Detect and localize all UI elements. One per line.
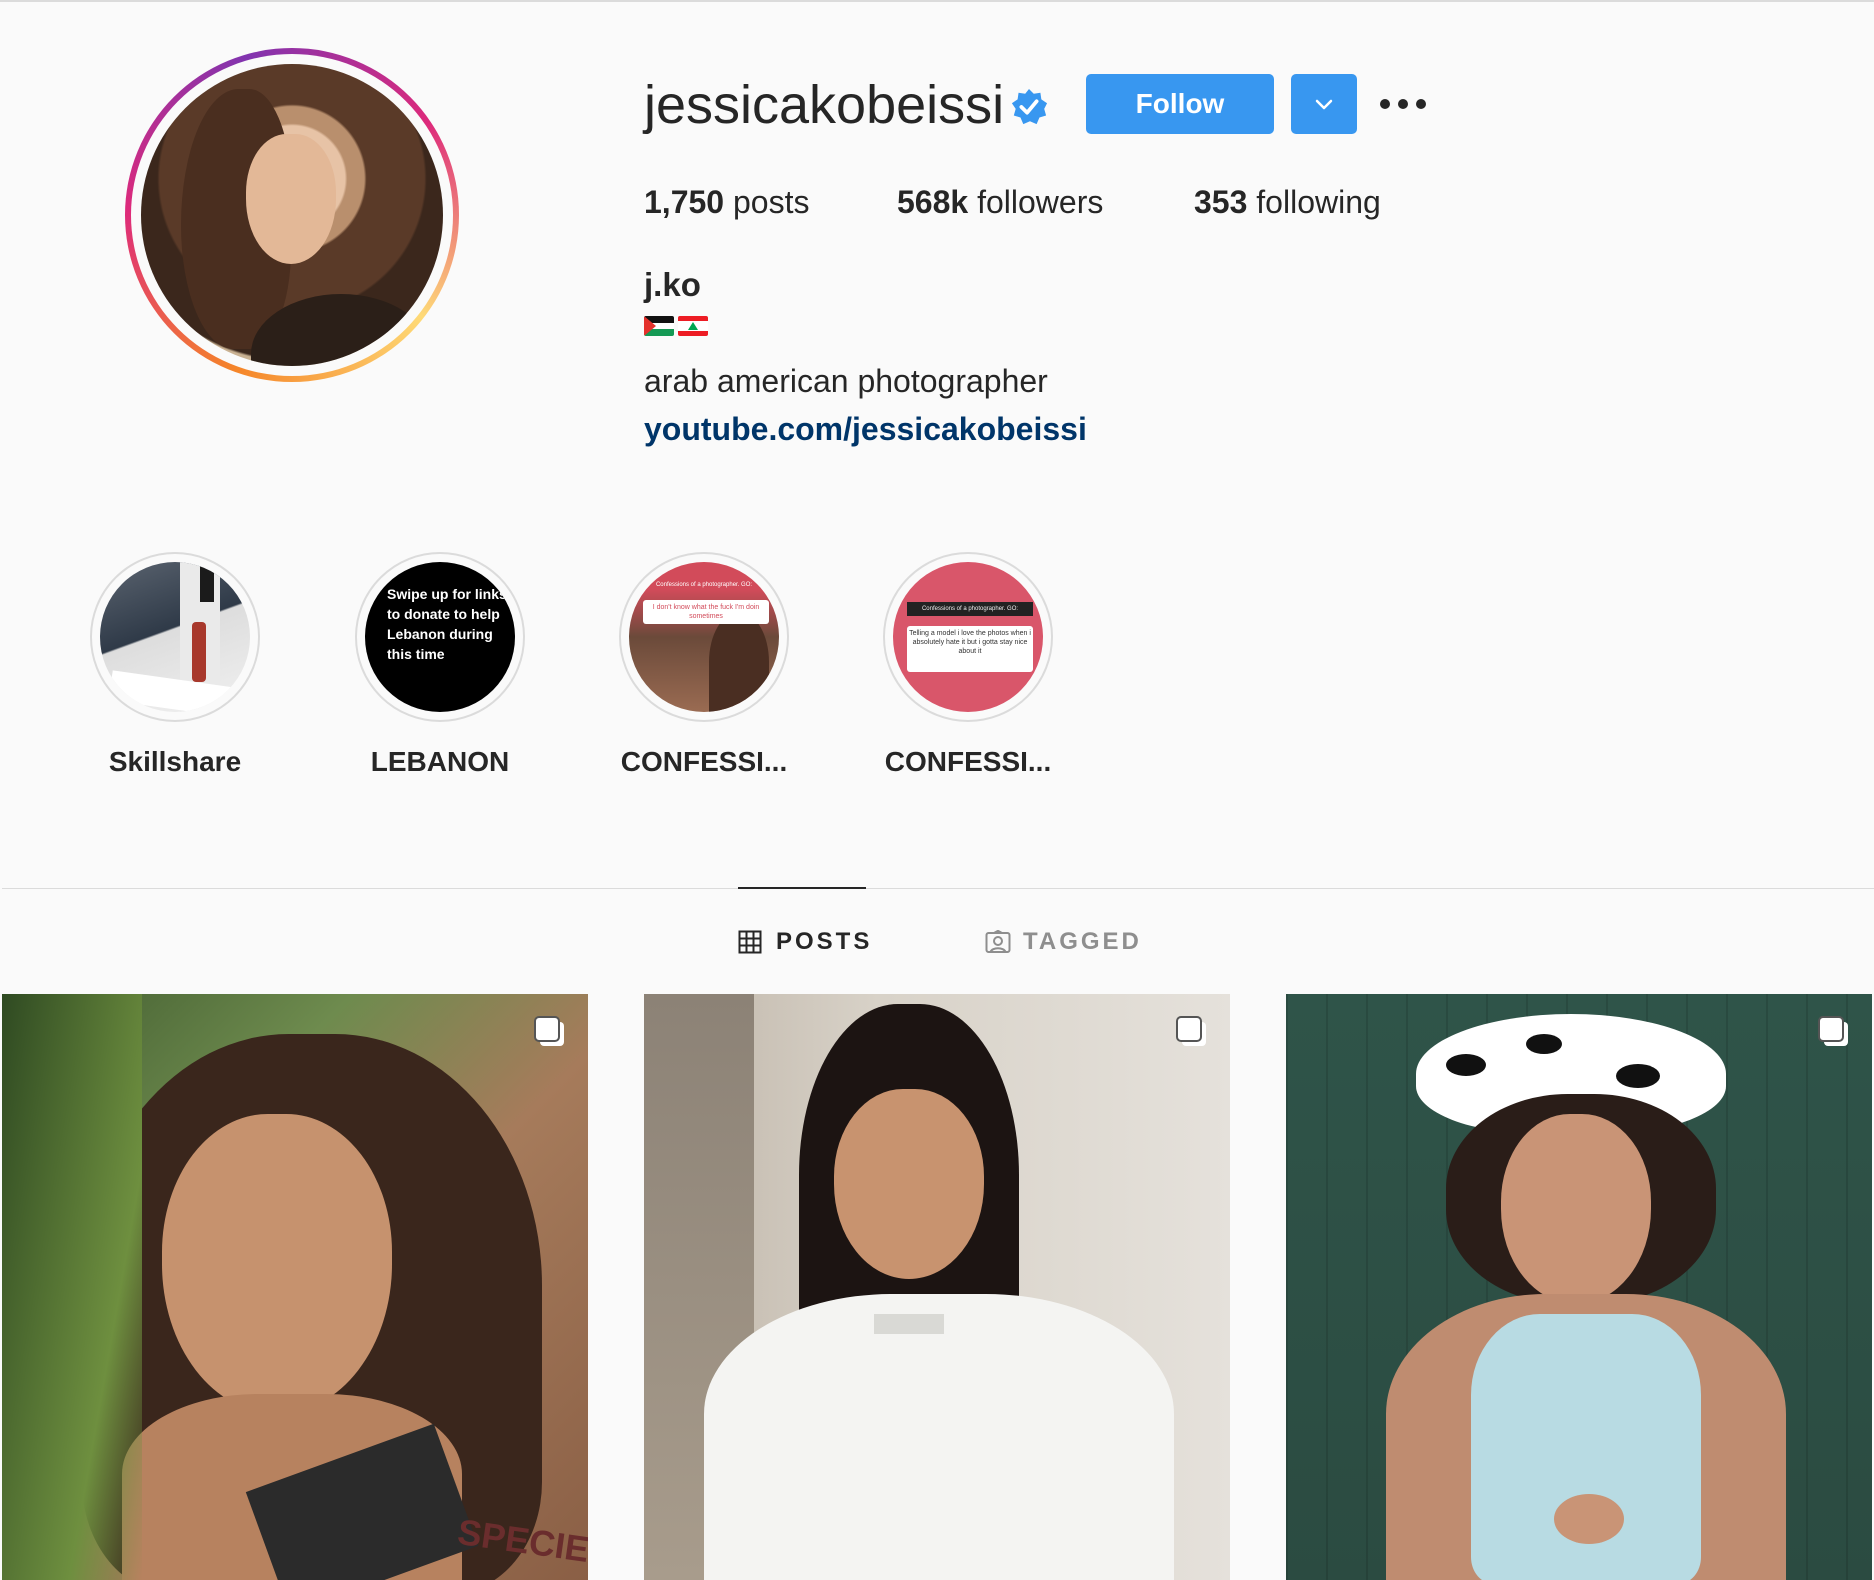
profile-avatar[interactable] [125, 48, 459, 382]
tagged-icon [985, 930, 1011, 953]
grid-icon [738, 930, 762, 954]
active-tab-indicator [738, 887, 866, 889]
highlight-cover: Confessions of a photographer. GO: I don… [629, 562, 779, 712]
tabs-divider [2, 888, 1874, 889]
followers-link[interactable]: 568k followers [897, 180, 1103, 224]
more-options-icon[interactable] [1380, 84, 1430, 124]
profile-bio: arab american photographer [644, 363, 1048, 399]
post-item[interactable] [644, 994, 1230, 1580]
highlight-cover: Swipe up for links to donate to help Leb… [365, 562, 515, 712]
post-item[interactable]: SPECIESIS [2, 994, 588, 1580]
palestine-flag-icon [644, 316, 674, 336]
follow-button[interactable]: Follow [1086, 74, 1274, 134]
verified-badge-icon [1011, 88, 1048, 125]
posts-count: 1,750 posts [644, 184, 810, 220]
highlight-confessions-2[interactable]: Confessions of a photographer. GO: Telli… [883, 552, 1053, 777]
suggested-dropdown-button[interactable] [1291, 74, 1357, 134]
highlight-lebanon[interactable]: Swipe up for links to donate to help Leb… [355, 552, 525, 777]
highlight-skillshare[interactable]: Skillshare [90, 552, 260, 777]
following-link[interactable]: 353 following [1194, 180, 1381, 224]
bio-flags [644, 316, 714, 340]
carousel-icon [1818, 1016, 1848, 1046]
profile-full-name: j.ko [644, 266, 701, 303]
profile-username: jessicakobeissi [644, 75, 1005, 135]
top-border [0, 0, 1874, 2]
carousel-icon [1176, 1016, 1206, 1046]
lebanon-flag-icon [678, 316, 708, 336]
post-item[interactable] [1286, 994, 1872, 1580]
highlight-confessions-1[interactable]: Confessions of a photographer. GO: I don… [619, 552, 789, 777]
carousel-icon [534, 1016, 564, 1046]
highlight-cover [100, 562, 250, 712]
highlight-cover: Confessions of a photographer. GO: Telli… [893, 562, 1043, 712]
profile-website-link[interactable]: youtube.com/jessicakobeissi [644, 407, 1087, 451]
chevron-down-icon [1315, 99, 1333, 110]
avatar-photo [141, 64, 443, 366]
